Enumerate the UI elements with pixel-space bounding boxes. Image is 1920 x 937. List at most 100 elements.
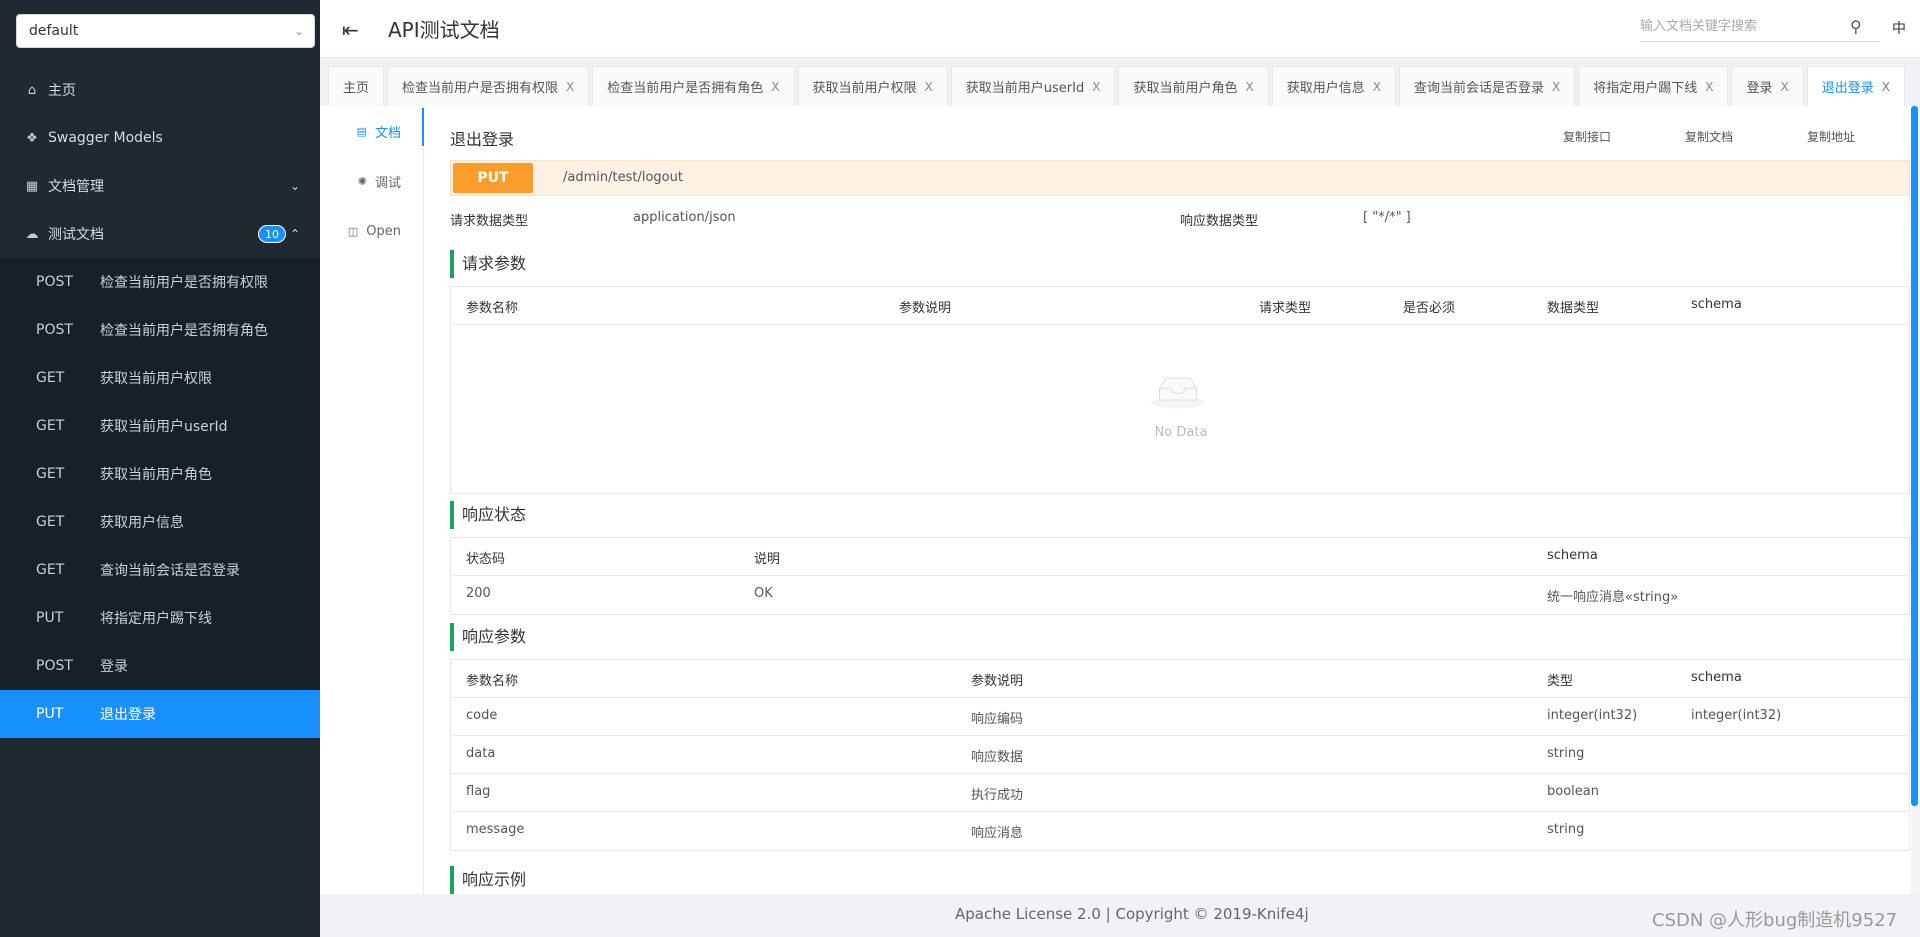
close-icon[interactable]: X	[1552, 80, 1560, 94]
close-icon[interactable]: X	[1705, 80, 1713, 94]
tab-item[interactable]: 检查当前用户是否拥有权限 X	[387, 66, 590, 106]
chevron-up-icon: ⌃	[289, 227, 300, 241]
menu-collapse-icon[interactable]: ⇤	[342, 18, 359, 42]
group-select[interactable]: default ⌄	[16, 14, 315, 48]
operation-method: GET	[36, 562, 65, 578]
view-tab-debug[interactable]: ✺ 调试	[320, 156, 423, 206]
bug-icon: ✺	[357, 174, 367, 188]
file-icon: ◫	[347, 224, 359, 238]
view-tab-label: 调试	[374, 175, 401, 191]
table-cell: 响应数据	[971, 750, 1024, 765]
app-title: API测试文档	[388, 18, 500, 42]
close-icon[interactable]: X	[925, 80, 933, 94]
view-tabs: ▤ 文档 ✺ 调试 ◫ Open	[320, 106, 424, 894]
watermark: CSDN @人形bug制造机9527	[1652, 910, 1898, 931]
table-cell[interactable]: 统一响应消息«string»	[1547, 586, 1678, 605]
tab-item[interactable]: 获取当前用户userId X	[950, 66, 1116, 106]
operation-method: PUT	[36, 610, 64, 626]
operation-item[interactable]: GET 获取当前用户角色	[0, 450, 320, 498]
tab-item[interactable]: 检查当前用户是否拥有角色 X	[592, 66, 795, 106]
tab-label: 退出登录	[1821, 81, 1874, 96]
table-cell: flag	[466, 784, 491, 799]
sidebar-item-label: 测试文档	[48, 227, 104, 243]
doc-tabs: 主页 检查当前用户是否拥有权限 X 检查当前用户是否拥有角色 X 获取当前用户权限 X…	[328, 66, 1908, 106]
request-type-value: application/json	[633, 210, 736, 225]
column-header: 参数名称	[466, 674, 519, 689]
response-status-title: 响应状态	[450, 501, 850, 529]
content-panel: ▤ 文档 ✺ 调试 ◫ Open 退出登录 复制接口 复制文档 复制地址 PUT /a…	[320, 106, 1920, 894]
search-input[interactable]: 输入文档关键字搜索	[1640, 14, 1880, 42]
operation-item[interactable]: GET 获取当前用户userId	[0, 402, 320, 450]
table-row: message 响应消息 string	[451, 812, 1909, 850]
sidebar-item-label: Swagger Models	[48, 130, 163, 146]
response-type-value: [ "*/*" ]	[1363, 210, 1411, 225]
operation-item[interactable]: GET 查询当前会话是否登录	[0, 546, 320, 594]
table-header-row: 参数名称 参数说明 请求类型 是否必须 数据类型 schema	[451, 287, 1909, 325]
copy-doc-link[interactable]: 复制文档	[1648, 128, 1770, 145]
operation-item-active[interactable]: PUT 退出登录	[0, 690, 320, 738]
tab-item[interactable]: 登录 X	[1731, 66, 1804, 106]
operation-item[interactable]: PUT 将指定用户踢下线	[0, 594, 320, 642]
close-icon[interactable]: X	[1245, 80, 1253, 94]
count-badge: 10	[258, 225, 286, 243]
operation-item[interactable]: GET 获取用户信息	[0, 498, 320, 546]
sidebar-item-swagger-models[interactable]: ❖ Swagger Models	[0, 114, 320, 162]
view-tab-doc[interactable]: ▤ 文档	[320, 106, 424, 156]
scrollbar-thumb[interactable]	[1911, 106, 1918, 806]
operation-item[interactable]: POST 登录	[0, 642, 320, 690]
operation-method: GET	[36, 466, 65, 482]
table-cell: boolean	[1547, 784, 1599, 799]
operation-item[interactable]: POST 检查当前用户是否拥有角色	[0, 306, 320, 354]
operation-label: 将指定用户踢下线	[100, 611, 212, 627]
operation-method: POST	[36, 322, 73, 338]
sidebar-item-home[interactable]: ⌂ 主页	[0, 66, 320, 114]
tab-active[interactable]: 退出登录 X	[1806, 66, 1905, 106]
close-icon[interactable]: X	[566, 80, 574, 94]
tab-item[interactable]: 将指定用户踢下线 X	[1578, 66, 1729, 106]
table-cell: OK	[754, 586, 773, 601]
view-tab-label: Open	[366, 223, 401, 239]
view-tab-open[interactable]: ◫ Open	[320, 206, 423, 256]
column-header: 说明	[754, 552, 781, 567]
close-icon[interactable]: X	[1092, 80, 1100, 94]
tab-item[interactable]: 查询当前会话是否登录 X	[1398, 66, 1576, 106]
tab-label: 将指定用户踢下线	[1593, 81, 1698, 96]
cube-icon: ❖	[26, 130, 38, 146]
copy-api-link[interactable]: 复制接口	[1526, 128, 1648, 145]
method-bar: PUT /admin/test/logout	[450, 160, 1910, 196]
close-icon[interactable]: X	[771, 80, 779, 94]
table-row: 200 OK 统一响应消息«string»	[451, 576, 1909, 614]
language-switch[interactable]: 中	[1892, 18, 1906, 38]
tab-label: 获取用户信息	[1286, 81, 1365, 96]
search-icon[interactable]: ⚲	[1850, 17, 1862, 36]
table-row: code 响应编码 integer(int32) integer(int32)	[451, 698, 1909, 736]
tab-item[interactable]: 获取用户信息 X	[1271, 66, 1396, 106]
tab-label: 主页	[343, 81, 370, 96]
sidebar-item-label: 主页	[48, 83, 76, 99]
operation-method: GET	[36, 418, 65, 434]
sidebar-item-doc-management[interactable]: ▦ 文档管理 ⌄	[0, 162, 320, 210]
operation-list: POST 检查当前用户是否拥有权限 POST 检查当前用户是否拥有角色 GET 获取当…	[0, 258, 320, 738]
tab-item[interactable]: 获取当前用户权限 X	[797, 66, 948, 106]
copy-url-link[interactable]: 复制地址	[1770, 128, 1892, 145]
method-badge: PUT	[453, 163, 533, 193]
close-icon[interactable]: X	[1882, 80, 1890, 94]
chevron-down-icon: ⌄	[293, 24, 304, 38]
operation-method: POST	[36, 658, 73, 674]
operation-item[interactable]: GET 获取当前用户权限	[0, 354, 320, 402]
sidebar-item-test-docs[interactable]: ☁ 测试文档 10 ⌃	[0, 210, 320, 258]
operation-title: 退出登录	[450, 130, 515, 149]
close-icon[interactable]: X	[1373, 80, 1381, 94]
column-header: 类型	[1547, 674, 1574, 689]
tab-item[interactable]: 获取当前用户角色 X	[1118, 66, 1269, 106]
close-icon[interactable]: X	[1780, 80, 1788, 94]
response-status-table: 状态码 说明 schema 200 OK 统一响应消息«string»	[450, 537, 1910, 615]
tab-home[interactable]: 主页	[328, 66, 385, 106]
tab-label: 登录	[1746, 81, 1773, 96]
column-header: 参数名称	[466, 301, 519, 316]
response-params-title: 响应参数	[450, 623, 850, 651]
table-cell: string	[1547, 822, 1585, 837]
group-select-value: default	[29, 23, 79, 39]
column-header: 请求类型	[1259, 301, 1312, 316]
operation-item[interactable]: POST 检查当前用户是否拥有权限	[0, 258, 320, 306]
